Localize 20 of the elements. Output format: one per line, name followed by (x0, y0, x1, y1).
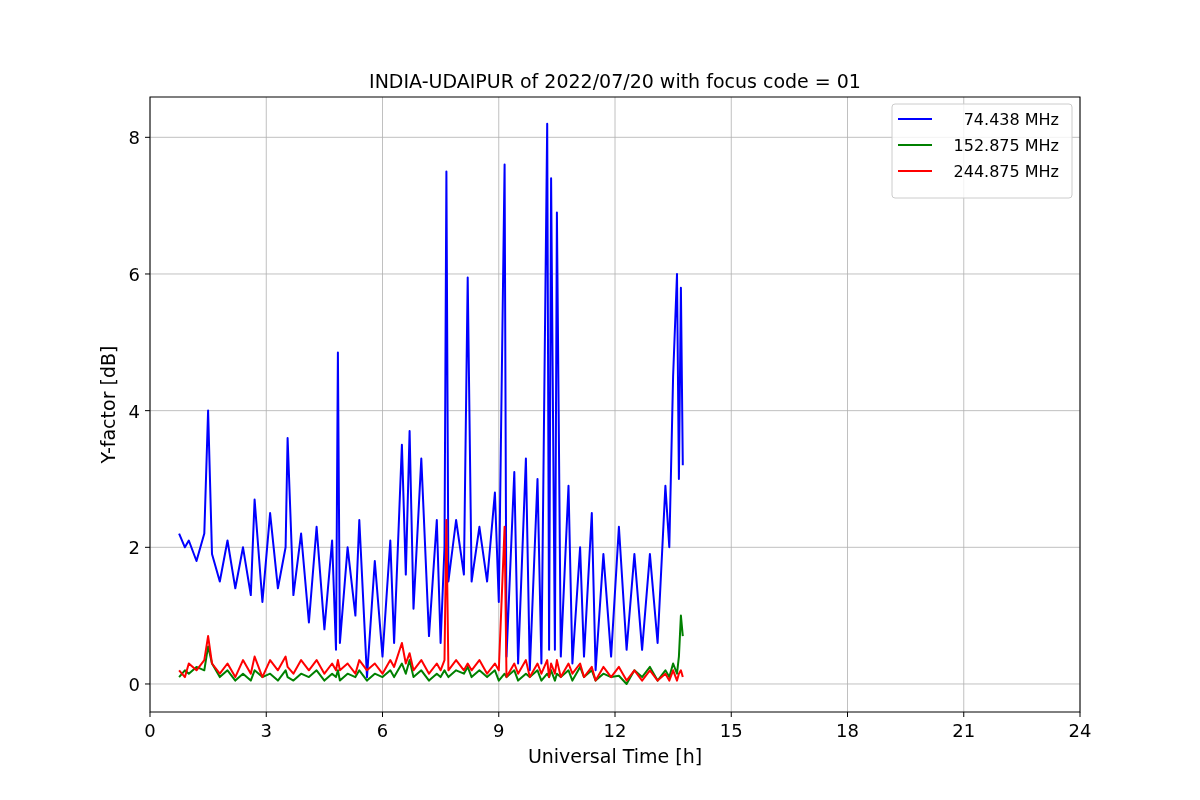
y-tick-label: 2 (128, 537, 140, 559)
y-tick-label: 4 (128, 400, 140, 422)
chart-title: INDIA-UDAIPUR of 2022/07/20 with focus code = 01 (369, 70, 861, 92)
legend-label: 74.438 MHz (963, 110, 1059, 129)
x-tick-label: 21 (952, 720, 976, 741)
legend-label: 152.875 MHz (953, 136, 1059, 155)
x-tick-label: 9 (493, 720, 505, 741)
x-tick-label: 3 (260, 720, 272, 741)
y-tick-label: 0 (128, 674, 140, 695)
y-tick-label: 6 (128, 264, 140, 285)
y-tick-label: 8 (128, 127, 140, 149)
x-tick-label: 6 (376, 720, 389, 741)
legend-label: 244.875 MHz (953, 162, 1059, 181)
y-axis-label: Y-factor [dB] (97, 345, 119, 464)
x-tick-label: 18 (836, 720, 859, 741)
x-tick-label: 0 (144, 720, 156, 741)
x-tick-label: 12 (603, 720, 627, 741)
x-tick-label: 24 (1068, 720, 1092, 741)
x-axis-label: Universal Time [h] (527, 745, 703, 767)
x-tick-label: 15 (719, 720, 743, 741)
